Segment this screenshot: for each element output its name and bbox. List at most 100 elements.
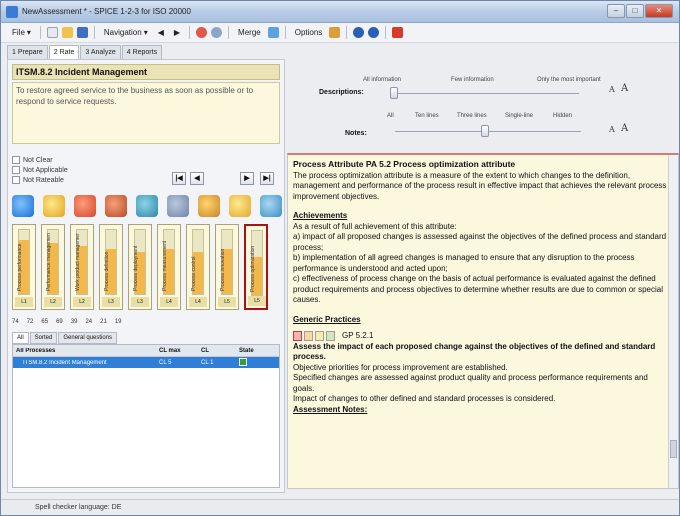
exit-icon[interactable] [392,27,404,38]
check-not-clear[interactable]: Not Clear [12,156,53,164]
tab-general-questions[interactable]: General questions [58,332,118,344]
header-state[interactable]: State [239,348,277,354]
separator [39,26,41,39]
notes-slider-knob[interactable] [481,125,489,137]
attribute-bar[interactable]: Performance management L2 [41,224,65,310]
rating-n-box[interactable] [293,331,302,342]
assessment-notes-heading: Assessment Notes: [293,404,368,414]
rating-l-box[interactable] [315,331,324,342]
menu-file[interactable]: File ▾ [9,26,34,39]
menu-options[interactable]: Options [292,26,326,39]
rating-value: 69 [56,319,63,325]
last-button[interactable]: ▶| [260,172,274,185]
info-icon[interactable] [368,27,380,38]
question-icon[interactable] [198,195,220,217]
book-icon[interactable] [105,195,127,217]
magnifier-icon[interactable] [43,195,65,217]
globe-icon[interactable] [211,27,223,38]
attribute-bar[interactable]: Process control L4 [186,224,210,310]
bulb-icon[interactable] [229,195,251,217]
attribute-bar[interactable]: Work product management L2 [70,224,94,310]
table-row[interactable]: ITSM.8.2 Incident Management CL 5 CL 1 [13,357,279,368]
menu-bar: File ▾ Navigation ▾ ◀ ▶ Merge Options [1,23,679,43]
maximize-icon[interactable]: □ [626,4,644,18]
attribute-title: Process Attribute PA 5.2 Process optimiz… [293,159,516,169]
header-cl-max[interactable]: CL max [159,348,201,354]
notes-font-smaller-icon[interactable]: A [609,125,615,134]
rating-value: 72 [26,319,34,325]
help-icon[interactable] [353,27,365,38]
merge-icon[interactable] [267,27,279,38]
options-icon[interactable] [329,27,341,38]
process-table: All Processes CL max CL State ITSM.8.2 I… [12,344,280,488]
scrollbar-thumb[interactable] [670,440,677,458]
person-icon[interactable] [136,195,158,217]
descriptions-slider-knob[interactable] [390,87,398,99]
header-all-processes[interactable]: All Processes [13,348,159,354]
new-document-icon[interactable] [46,27,58,38]
attribute-bar[interactable]: Process innovation L5 [215,224,239,310]
header-cl[interactable]: CL [201,348,239,354]
bar-label: Performance management [46,233,52,291]
font-smaller-icon[interactable]: A [609,85,615,94]
menu-merge[interactable]: Merge [235,26,264,39]
attribute-bar[interactable]: Process deployment L3 [128,224,152,310]
window-title: NewAssessment * - SPICE 1-2-3 for ISO 20… [22,7,191,16]
attribute-bar[interactable]: Process optimization L5 [244,224,268,310]
bar-label: Process optimization [250,245,256,292]
process-description: To restore agreed service to the busines… [12,82,280,144]
tab-all[interactable]: All [12,332,29,344]
tab-prepare[interactable]: 1 Prepare [7,45,48,59]
minimize-icon[interactable]: – [607,4,625,18]
attribute-bar[interactable]: Process measurement L4 [157,224,181,310]
document-body: Process Attribute PA 5.2 Process optimiz… [293,159,668,415]
rating-p-box[interactable] [304,331,313,342]
checkbox[interactable] [12,156,20,164]
package-icon[interactable] [74,195,96,217]
menu-file-label: File [12,28,25,37]
menu-navigation-label: Navigation [103,28,142,37]
close-icon[interactable]: ✕ [645,4,673,18]
next-button[interactable]: ▶ [240,172,254,185]
app-icon [6,6,18,18]
tab-reports[interactable]: 4 Reports [121,45,163,59]
first-button[interactable]: |◀ [172,172,186,185]
descriptions-slider[interactable] [393,93,579,94]
notes-option-hidden: Hidden [553,113,573,119]
document-scrollbar[interactable] [668,155,678,488]
forward-icon[interactable]: ▶ [171,26,183,39]
notes-label: Notes: [345,130,367,137]
check-label: Not Clear [23,156,53,164]
refresh-icon[interactable] [260,195,282,217]
filter-icon[interactable] [196,27,208,38]
bar-footer: L2 [44,297,62,307]
process-name: ITSM.8.2 Incident Management [12,64,280,80]
bar-footer: L4 [189,297,207,307]
attribute-bar[interactable]: Process definition L3 [99,224,123,310]
menu-navigation[interactable]: Navigation ▾ [101,26,151,39]
bar-footer: L3 [131,297,149,307]
chart-icon[interactable] [167,195,189,217]
bar-label: Process definition [104,251,110,291]
window-controls: – □ ✕ [607,4,673,18]
attribute-bar[interactable]: Process performance L1 [12,224,36,310]
bar-footer: L5 [248,296,266,306]
rating-row: 74 72 65 69 39 24 21 19 [12,316,282,328]
rating-value: 21 [100,319,107,325]
rating-f-box[interactable] [326,331,335,342]
tab-rate[interactable]: 2 Rate [48,45,80,60]
tab-sorted[interactable]: Sorted [29,332,58,344]
back-icon[interactable]: ◀ [155,26,167,39]
bar-footer: L4 [160,297,178,307]
menu-merge-label: Merge [238,28,261,37]
notes-font-larger-icon[interactable]: A [621,123,628,134]
font-larger-icon[interactable]: A [621,83,628,94]
desc-option-few: Few information [451,77,494,83]
previous-button[interactable]: ◀ [190,172,204,185]
save-icon[interactable] [76,27,88,38]
rating-value: 19 [114,319,122,325]
tab-analyze[interactable]: 3 Analyze [80,45,121,59]
checkmark-icon[interactable] [12,195,34,217]
status-bar: Spell checker language: DE [1,499,679,515]
open-folder-icon[interactable] [61,27,73,38]
